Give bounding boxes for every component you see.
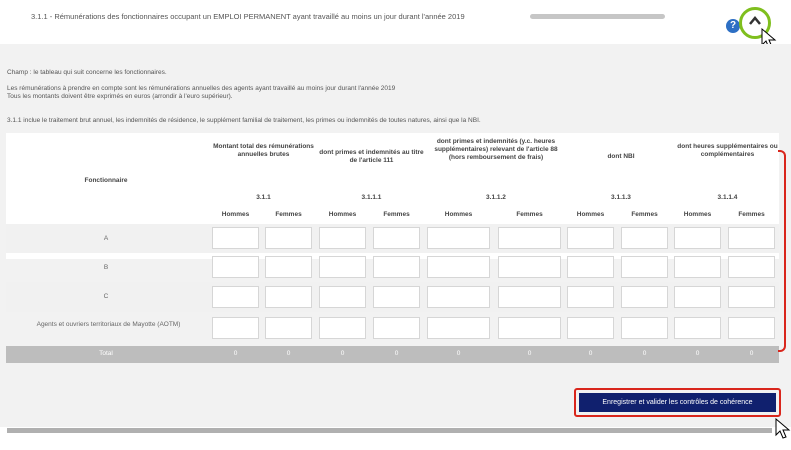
total-value: 0 bbox=[456, 350, 461, 357]
info-text-3: 3.1.1 inclue le traitement brut annuel, … bbox=[7, 117, 481, 124]
input-b-4-hommes[interactable] bbox=[567, 256, 614, 278]
sub-header-femmes: Femmes bbox=[516, 211, 543, 218]
sub-header-femmes: Femmes bbox=[275, 211, 302, 218]
input-aotm-4-hommes[interactable] bbox=[567, 317, 614, 339]
col-code-3: 3.1.1.2 bbox=[486, 194, 506, 201]
row-label: Agents et ouvriers territoriaux de Mayot… bbox=[36, 321, 181, 328]
scope-text: Champ : le tableau qui suit concerne les… bbox=[7, 69, 167, 76]
sub-header-hommes: Hommes bbox=[444, 211, 473, 218]
input-b-5-femmes[interactable] bbox=[728, 256, 775, 278]
total-value: 0 bbox=[286, 350, 291, 357]
input-b-2-hommes[interactable] bbox=[319, 256, 366, 278]
save-validate-button[interactable]: Enregistrer et valider les contrôles de … bbox=[579, 393, 776, 412]
total-value: 0 bbox=[527, 350, 532, 357]
input-a-2-femmes[interactable] bbox=[373, 227, 420, 249]
highlight-bracket bbox=[778, 150, 786, 352]
input-b-3-femmes[interactable] bbox=[498, 256, 561, 278]
input-c-4-femmes[interactable] bbox=[621, 286, 668, 308]
table-row: B bbox=[6, 253, 779, 282]
col-code-5: 3.1.1.4 bbox=[717, 194, 738, 201]
table-row: Agents et ouvriers territoriaux de Mayot… bbox=[6, 312, 779, 346]
input-a-3-hommes[interactable] bbox=[427, 227, 490, 249]
col-code-4: 3.1.1.3 bbox=[611, 194, 631, 201]
table-row: A bbox=[6, 224, 779, 253]
input-c-3-femmes[interactable] bbox=[498, 286, 561, 308]
input-c-3-hommes[interactable] bbox=[427, 286, 490, 308]
total-value: 0 bbox=[749, 350, 754, 357]
input-b-1-femmes[interactable] bbox=[265, 256, 312, 278]
total-label: Total bbox=[99, 350, 113, 357]
row-label: B bbox=[103, 264, 109, 271]
total-value: 0 bbox=[340, 350, 345, 357]
input-aotm-4-femmes[interactable] bbox=[621, 317, 668, 339]
total-value: 0 bbox=[642, 350, 647, 357]
remuneration-table: Fonctionnaire Montant total des rémunéra… bbox=[6, 133, 779, 363]
input-aotm-2-femmes[interactable] bbox=[373, 317, 420, 339]
input-c-2-femmes[interactable] bbox=[373, 286, 420, 308]
chevron-up-icon[interactable] bbox=[748, 15, 762, 27]
input-c-5-hommes[interactable] bbox=[674, 286, 721, 308]
input-a-4-hommes[interactable] bbox=[567, 227, 614, 249]
sub-header-hommes: Hommes bbox=[683, 211, 712, 218]
sub-header-hommes: Hommes bbox=[221, 211, 250, 218]
input-a-2-hommes[interactable] bbox=[319, 227, 366, 249]
input-a-1-hommes[interactable] bbox=[212, 227, 259, 249]
input-aotm-1-femmes[interactable] bbox=[265, 317, 312, 339]
col-header-4: dont NBI bbox=[607, 153, 635, 160]
total-value: 0 bbox=[394, 350, 399, 357]
input-a-4-femmes[interactable] bbox=[621, 227, 668, 249]
total-value: 0 bbox=[695, 350, 700, 357]
row-label: C bbox=[103, 293, 109, 300]
info-text-2: Tous les montants doivent être exprimés … bbox=[7, 93, 233, 100]
sub-header-femmes: Femmes bbox=[631, 211, 658, 218]
info-text-1: Les rémunérations à prendre en compte so… bbox=[7, 85, 396, 92]
sub-header-femmes: Femmes bbox=[383, 211, 410, 218]
col-code-2: 3.1.1.1 bbox=[361, 194, 382, 201]
input-aotm-1-hommes[interactable] bbox=[212, 317, 259, 339]
total-value: 0 bbox=[233, 350, 238, 357]
input-aotm-3-femmes[interactable] bbox=[498, 317, 561, 339]
row-label: A bbox=[103, 235, 109, 242]
input-a-1-femmes[interactable] bbox=[265, 227, 312, 249]
page: 3.1.1 - Rémunérations des fonctionnaires… bbox=[0, 0, 791, 450]
input-c-5-femmes[interactable] bbox=[728, 286, 775, 308]
sub-header-hommes: Hommes bbox=[328, 211, 357, 218]
col-code-1: 3.1.1 bbox=[256, 194, 271, 201]
col-header-5: dont heures supplémentaires ou complémen… bbox=[677, 143, 778, 158]
input-c-1-femmes[interactable] bbox=[265, 286, 312, 308]
input-c-4-hommes[interactable] bbox=[567, 286, 614, 308]
input-aotm-3-hommes[interactable] bbox=[427, 317, 490, 339]
input-aotm-2-hommes[interactable] bbox=[319, 317, 366, 339]
table-row: C bbox=[6, 282, 779, 312]
input-aotm-5-hommes[interactable] bbox=[674, 317, 721, 339]
section-title: 3.1.1 - Rémunérations des fonctionnaires… bbox=[31, 12, 465, 21]
section-panel: Champ : le tableau qui suit concerne les… bbox=[0, 44, 791, 427]
input-b-2-femmes[interactable] bbox=[373, 256, 420, 278]
input-c-1-hommes[interactable] bbox=[212, 286, 259, 308]
sub-header-femmes: Femmes bbox=[738, 211, 765, 218]
progress-bar bbox=[530, 14, 665, 19]
input-b-3-hommes[interactable] bbox=[427, 256, 490, 278]
section-header[interactable]: 3.1.1 - Rémunérations des fonctionnaires… bbox=[0, 0, 791, 49]
horizontal-scrollbar[interactable] bbox=[7, 428, 772, 433]
input-b-4-femmes[interactable] bbox=[621, 256, 668, 278]
input-a-3-femmes[interactable] bbox=[498, 227, 561, 249]
col-header-2: dont primes et indemnités au titre de l'… bbox=[319, 149, 424, 164]
col-header-3: dont primes et indemnités (y.c. heures s… bbox=[434, 138, 558, 161]
mouse-cursor-icon bbox=[775, 418, 791, 439]
question-circle-icon[interactable]: ? bbox=[726, 19, 740, 33]
input-b-5-hommes[interactable] bbox=[674, 256, 721, 278]
total-value: 0 bbox=[588, 350, 593, 357]
input-aotm-5-femmes[interactable] bbox=[728, 317, 775, 339]
input-a-5-femmes[interactable] bbox=[728, 227, 775, 249]
input-c-2-hommes[interactable] bbox=[319, 286, 366, 308]
row-header-label: Fonctionnaire bbox=[84, 177, 128, 184]
total-row: Total 0 0 0 0 0 0 0 0 0 0 bbox=[6, 346, 779, 363]
input-a-5-hommes[interactable] bbox=[674, 227, 721, 249]
sub-header-hommes: Hommes bbox=[576, 211, 605, 218]
save-button-highlight: Enregistrer et valider les contrôles de … bbox=[574, 388, 781, 417]
input-b-1-hommes[interactable] bbox=[212, 256, 259, 278]
col-header-1: Montant total des rémunérations annuelle… bbox=[213, 143, 314, 158]
